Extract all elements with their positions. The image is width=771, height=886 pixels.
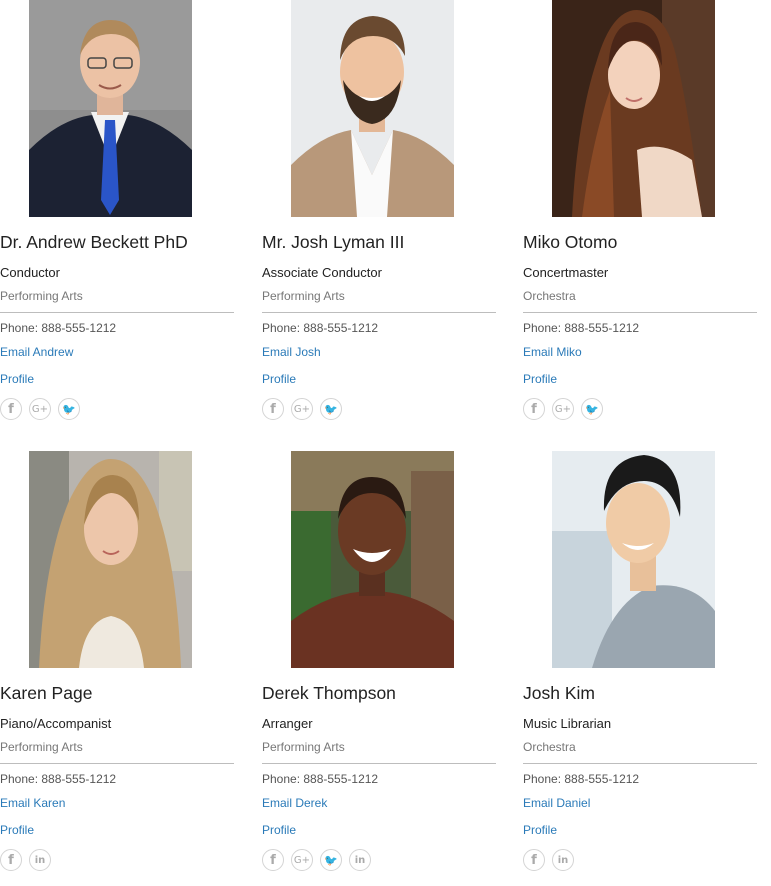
profile-link[interactable]: Profile (0, 372, 34, 386)
linkedin-icon[interactable]: in (29, 849, 51, 871)
staff-department: Orchestra (523, 289, 576, 303)
staff-phone: Phone: 888-555-1212 (523, 772, 640, 786)
staff-photo (29, 451, 192, 668)
staff-phone: Phone: 888-555-1212 (0, 321, 117, 335)
staff-name: Josh Kim (523, 683, 595, 703)
photo-derek (291, 451, 454, 668)
staff-photo (291, 0, 454, 217)
email-link[interactable]: Email Josh (262, 345, 321, 359)
social-links: f G+ 🐦 (0, 398, 80, 422)
social-links: f in (523, 849, 574, 873)
staff-department: Orchestra (523, 740, 576, 754)
staff-phone: Phone: 888-555-1212 (523, 321, 640, 335)
staff-name: Karen Page (0, 683, 93, 703)
facebook-icon[interactable]: f (262, 398, 284, 420)
social-links: f in (0, 849, 51, 873)
facebook-icon[interactable]: f (0, 849, 22, 871)
staff-phone: Phone: 888-555-1212 (262, 321, 379, 335)
google-plus-icon[interactable]: G+ (291, 398, 313, 420)
staff-department: Performing Arts (262, 740, 345, 754)
staff-directory: Dr. Andrew Beckett PhD Conductor Perform… (0, 0, 771, 886)
staff-phone: Phone: 888-555-1212 (0, 772, 117, 786)
divider (262, 312, 496, 313)
divider (0, 312, 234, 313)
social-links: f G+ 🐦 (523, 398, 603, 422)
twitter-icon[interactable]: 🐦 (58, 398, 80, 420)
staff-photo (552, 451, 715, 668)
email-link[interactable]: Email Andrew (0, 345, 73, 359)
staff-title: Associate Conductor (262, 265, 382, 280)
google-plus-icon[interactable]: G+ (291, 849, 313, 871)
staff-department: Performing Arts (262, 289, 345, 303)
social-links: f G+ 🐦 in (262, 849, 371, 873)
divider (262, 763, 496, 764)
staff-photo (291, 451, 454, 668)
facebook-icon[interactable]: f (0, 398, 22, 420)
staff-title: Conductor (0, 265, 60, 280)
profile-link[interactable]: Profile (523, 372, 557, 386)
email-link[interactable]: Email Derek (262, 796, 327, 810)
email-link[interactable]: Email Daniel (523, 796, 590, 810)
profile-link[interactable]: Profile (523, 823, 557, 837)
facebook-icon[interactable]: f (523, 398, 545, 420)
photo-josh-kim (552, 451, 715, 668)
photo-miko (552, 0, 715, 217)
profile-link[interactable]: Profile (262, 372, 296, 386)
twitter-icon[interactable]: 🐦 (320, 398, 342, 420)
google-plus-icon[interactable]: G+ (552, 398, 574, 420)
photo-karen (29, 451, 192, 668)
staff-photo (29, 0, 192, 217)
facebook-icon[interactable]: f (262, 849, 284, 871)
staff-phone: Phone: 888-555-1212 (262, 772, 379, 786)
staff-title: Music Librarian (523, 716, 612, 731)
staff-department: Performing Arts (0, 289, 83, 303)
twitter-icon[interactable]: 🐦 (581, 398, 603, 420)
divider (523, 763, 757, 764)
google-plus-icon[interactable]: G+ (29, 398, 51, 420)
facebook-icon[interactable]: f (523, 849, 545, 871)
photo-andrew (29, 0, 192, 217)
profile-link[interactable]: Profile (0, 823, 34, 837)
staff-name: Derek Thompson (262, 683, 396, 703)
twitter-icon[interactable]: 🐦 (320, 849, 342, 871)
profile-link[interactable]: Profile (262, 823, 296, 837)
staff-department: Performing Arts (0, 740, 83, 754)
email-link[interactable]: Email Karen (0, 796, 65, 810)
email-link[interactable]: Email Miko (523, 345, 582, 359)
photo-josh-lyman (291, 0, 454, 217)
staff-name: Dr. Andrew Beckett PhD (0, 232, 188, 252)
linkedin-icon[interactable]: in (349, 849, 371, 871)
staff-name: Mr. Josh Lyman III (262, 232, 405, 252)
staff-title: Piano/Accompanist (0, 716, 112, 731)
divider (523, 312, 757, 313)
staff-title: Concertmaster (523, 265, 609, 280)
social-links: f G+ 🐦 (262, 398, 342, 422)
staff-title: Arranger (262, 716, 313, 731)
staff-photo (552, 0, 715, 217)
linkedin-icon[interactable]: in (552, 849, 574, 871)
divider (0, 763, 234, 764)
staff-name: Miko Otomo (523, 232, 618, 252)
